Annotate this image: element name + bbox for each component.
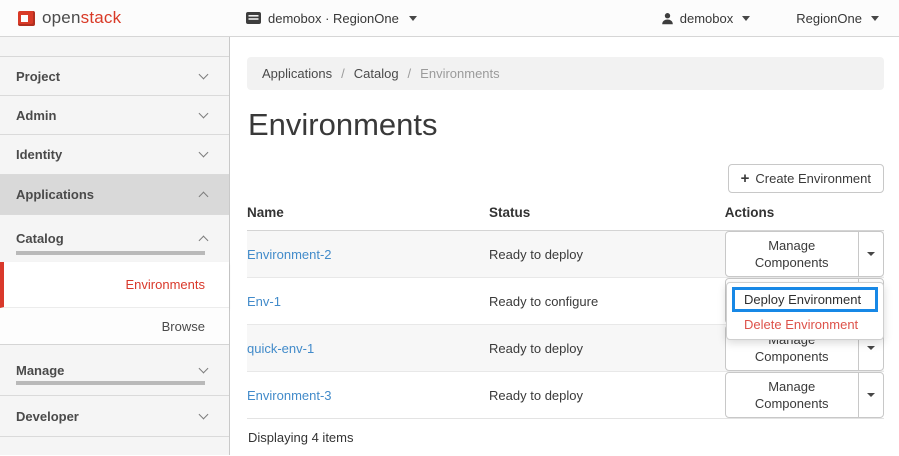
- project-region-label: demobox · RegionOne: [268, 11, 399, 26]
- sidebar-item-label: Applications: [16, 187, 94, 202]
- row-actions-caret-button[interactable]: [858, 231, 884, 277]
- chevron-up-icon: [199, 192, 209, 202]
- region-menu-label: RegionOne: [796, 11, 862, 26]
- caret-down-icon: [867, 252, 875, 256]
- user-icon: [661, 12, 674, 25]
- chevron-up-icon: [199, 236, 209, 246]
- row-actions-dropdown-menu: Deploy Environment Delete Environment: [726, 282, 884, 340]
- sidebar-item-label: Manage: [16, 363, 64, 378]
- brand-stack-text: stack: [81, 8, 122, 27]
- create-environment-button[interactable]: + Create Environment: [728, 164, 884, 193]
- environment-name-link[interactable]: Env-1: [247, 294, 281, 309]
- caret-down-icon: [742, 16, 750, 21]
- region-menu[interactable]: RegionOne: [796, 11, 879, 26]
- environment-name-link[interactable]: Environment-3: [247, 388, 332, 403]
- delete-environment-menu-item[interactable]: Delete Environment: [727, 312, 883, 333]
- caret-down-icon: [409, 16, 417, 21]
- table-actions-bar: + Create Environment: [247, 164, 884, 193]
- project-region-switcher[interactable]: demobox · RegionOne: [246, 11, 417, 26]
- user-menu[interactable]: demobox: [661, 11, 750, 26]
- sidebar-item-label: Identity: [16, 147, 62, 162]
- breadcrumb-separator: /: [408, 66, 412, 81]
- openstack-logo-icon: [18, 11, 35, 26]
- chevron-down-icon: [199, 409, 209, 419]
- sidebar-item-identity[interactable]: Identity: [0, 135, 229, 175]
- user-menu-label: demobox: [680, 11, 733, 26]
- page-title: Environments: [248, 105, 884, 145]
- plus-icon: +: [741, 171, 750, 186]
- sidebar-item-manage[interactable]: Manage: [0, 345, 229, 396]
- sidebar-item-environments[interactable]: Environments: [0, 262, 229, 308]
- sidebar-item-project[interactable]: Project: [0, 57, 229, 96]
- caret-down-icon: [871, 16, 879, 21]
- sidebar-item-browse[interactable]: Browse: [0, 308, 229, 345]
- caret-down-icon: [867, 393, 875, 397]
- table-list-icon: [246, 12, 261, 24]
- environments-table: Name Status Actions Environment-2 Ready …: [247, 196, 884, 418]
- top-navbar: openstack demobox · RegionOne demobox Re…: [0, 0, 899, 37]
- sidebar-item-developer[interactable]: Developer: [0, 396, 229, 437]
- sidebar: Project Admin Identity Applications Cata…: [0, 37, 230, 455]
- manage-components-button[interactable]: Manage Components: [725, 372, 859, 418]
- environment-status: Ready to deploy: [489, 341, 583, 356]
- breadcrumb-catalog-link[interactable]: Catalog: [354, 66, 399, 81]
- column-header-name: Name: [247, 196, 489, 231]
- brand-open-text: open: [42, 8, 81, 27]
- chevron-down-icon: [199, 148, 209, 158]
- sidebar-item-applications[interactable]: Applications: [0, 175, 229, 215]
- breadcrumb: Applications / Catalog / Environments: [247, 57, 884, 90]
- table-header-row: Name Status Actions: [247, 196, 884, 231]
- sidebar-item-label: Environments: [126, 277, 205, 292]
- sidebar-top-strip: [0, 37, 229, 57]
- row-action-button-group: Manage Components: [725, 372, 884, 418]
- environment-name-link[interactable]: Environment-2: [247, 247, 332, 262]
- openstack-brand[interactable]: openstack: [0, 8, 230, 28]
- table-footer-count: Displaying 4 items: [247, 418, 884, 456]
- navbar-right-group: demobox RegionOne: [661, 11, 899, 26]
- sidebar-item-catalog[interactable]: Catalog: [0, 215, 229, 262]
- breadcrumb-separator: /: [341, 66, 345, 81]
- column-header-status: Status: [489, 196, 725, 231]
- sidebar-item-label: Project: [16, 69, 60, 84]
- main-content: Applications / Catalog / Environments En…: [231, 37, 899, 455]
- column-header-actions: Actions: [725, 196, 884, 231]
- row-action-button-group: Manage Components: [725, 231, 884, 277]
- sidebar-item-admin[interactable]: Admin: [0, 96, 229, 135]
- sidebar-item-label: Developer: [16, 409, 79, 424]
- manage-components-button[interactable]: Manage Components: [725, 231, 859, 277]
- environment-name-link[interactable]: quick-env-1: [247, 341, 314, 356]
- table-row: Environment-3 Ready to deploy Manage Com…: [247, 372, 884, 419]
- create-environment-label: Create Environment: [755, 170, 871, 187]
- chevron-down-icon: [199, 363, 209, 373]
- chevron-down-icon: [199, 69, 209, 79]
- caret-down-icon: [867, 346, 875, 350]
- sidebar-item-label: Admin: [16, 108, 56, 123]
- table-row: Environment-2 Ready to deploy Manage Com…: [247, 231, 884, 278]
- row-actions-caret-button[interactable]: [858, 372, 884, 418]
- deploy-environment-menu-item[interactable]: Deploy Environment: [732, 287, 878, 312]
- breadcrumb-current: Environments: [420, 66, 499, 81]
- sidebar-item-label: Catalog: [16, 231, 64, 246]
- environment-status: Ready to configure: [489, 294, 598, 309]
- sidebar-item-label: Browse: [162, 319, 205, 334]
- brand-wordmark: openstack: [42, 8, 121, 28]
- chevron-down-icon: [199, 108, 209, 118]
- breadcrumb-applications-link[interactable]: Applications: [262, 66, 332, 81]
- environment-status: Ready to deploy: [489, 247, 583, 262]
- environment-status: Ready to deploy: [489, 388, 583, 403]
